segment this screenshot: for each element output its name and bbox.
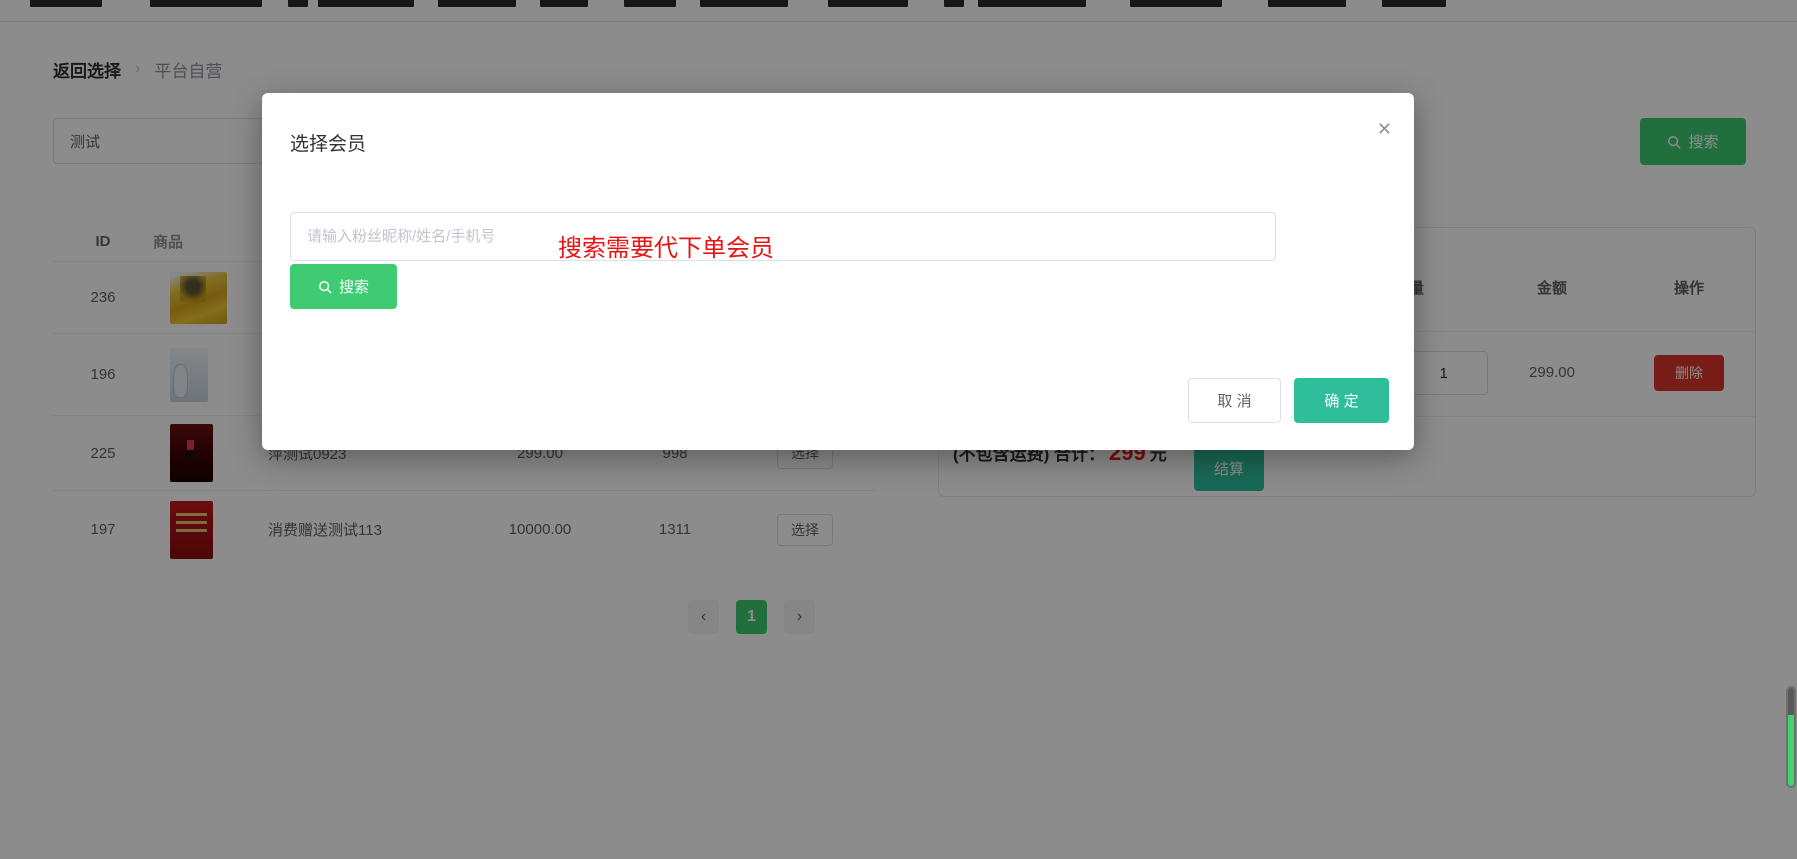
select-member-modal: 选择会员 ✕ 搜索需要代下单会员 搜索 取 消 确 定 xyxy=(262,93,1414,450)
scrollbar-thumb[interactable] xyxy=(1786,686,1796,788)
cancel-button[interactable]: 取 消 xyxy=(1188,378,1281,423)
confirm-button[interactable]: 确 定 xyxy=(1294,378,1389,423)
scrollbar-thumb-cap xyxy=(1788,688,1794,715)
annotation-text: 搜索需要代下单会员 xyxy=(558,228,774,263)
member-search-input[interactable] xyxy=(290,212,1276,261)
search-icon xyxy=(318,280,332,294)
member-search-button[interactable]: 搜索 xyxy=(290,264,397,309)
member-search-button-label: 搜索 xyxy=(339,276,369,297)
modal-title: 选择会员 xyxy=(290,129,366,156)
close-icon[interactable]: ✕ xyxy=(1377,119,1392,140)
